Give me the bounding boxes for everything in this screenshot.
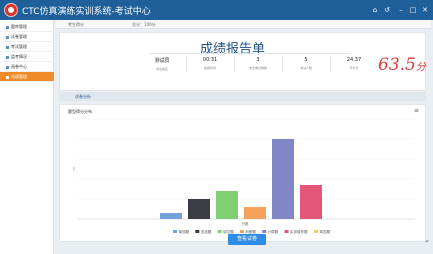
stat-label: 考生姓名	[155, 67, 168, 71]
legend-label-4: 计算题	[268, 229, 279, 234]
title-bar: CTC仿真演练实训系统-考试中心 ⌂ ↺ – □ ✕	[0, 0, 433, 20]
sidebar-item-label: 成绩管理	[11, 74, 27, 79]
stat-value: 测试员	[154, 58, 170, 64]
divider	[186, 57, 187, 71]
chevron-down-icon[interactable]: ⌄	[424, 236, 430, 244]
stat-value: 5	[304, 57, 308, 63]
total-score: 63.5分	[378, 55, 426, 75]
paper-icon	[6, 35, 9, 39]
divider	[234, 57, 235, 71]
legend-label-6: 简答题	[320, 229, 331, 234]
chart-panel: 题型得分分布 ≡ 分数 单选题 多选题 填空题 判断题 计算题 实训操作题 简答题	[59, 104, 426, 242]
sidebar-item-label: 阅卷中心	[11, 64, 27, 69]
monitor-icon	[6, 55, 9, 59]
stat-time: 00:31 答题时间	[190, 57, 230, 70]
tab-analysis[interactable]: 试卷分析	[75, 92, 91, 101]
stat-label: 平均分	[349, 66, 359, 70]
sidebar-item-papers[interactable]: 试卷管理	[0, 32, 54, 42]
stat-value: 00:31	[202, 57, 218, 63]
divider	[330, 57, 331, 71]
stat-value: 3	[256, 57, 260, 63]
stat-label: 答题时间	[203, 66, 216, 70]
stat-label: 考试人数	[299, 66, 312, 70]
sidebar-item-proctoring[interactable]: 监考情况	[0, 52, 54, 62]
legend-swatch-1	[195, 230, 200, 233]
stat-name: 测试员 考生姓名	[142, 57, 182, 71]
app-logo-icon	[4, 3, 18, 17]
top-info-bar: 考生得分 总分：100分	[56, 20, 431, 29]
score-label: 考生得分	[68, 22, 84, 27]
refresh-icon[interactable]: ↺	[381, 3, 393, 17]
legend-swatch-0	[173, 230, 177, 233]
divider	[282, 57, 283, 71]
total-score-text: 总分：100分	[132, 22, 156, 27]
minimize-icon[interactable]: –	[395, 3, 407, 17]
sidebar-item-label: 考试管理	[11, 44, 27, 49]
maximize-icon[interactable]: □	[407, 3, 419, 17]
legend-swatch-2	[217, 230, 222, 233]
bar-0	[160, 213, 182, 219]
bar-5	[300, 185, 322, 219]
legend-swatch-6	[314, 230, 318, 233]
tab-bar: 试卷分析	[59, 92, 426, 101]
legend-label-5: 实训操作题	[290, 229, 308, 234]
exam-icon	[6, 45, 9, 49]
sidebar-item-label: 监考情况	[11, 54, 27, 59]
score-value: 63.5	[378, 55, 416, 75]
stat-label: 未交卷试卷数	[248, 66, 267, 70]
question-bank-icon	[6, 25, 9, 29]
legend-swatch-4	[262, 230, 267, 233]
sidebar-item-label: 试卷管理	[11, 34, 27, 39]
scores-icon	[6, 75, 9, 79]
sidebar-item-exams[interactable]: 考试管理	[0, 42, 54, 52]
sidebar: 题库管理 试卷管理 考试管理 监考情况 阅卷中心 成绩管理	[0, 20, 54, 254]
legend-label-0: 单选题	[179, 229, 190, 234]
x-axis-label: 分数	[242, 221, 249, 226]
sidebar-item-question-bank[interactable]: 题库管理	[0, 22, 54, 32]
sidebar-item-label: 题库管理	[11, 24, 27, 29]
stat-unsubmitted: 3 未交卷试卷数	[238, 57, 278, 70]
legend-swatch-5	[284, 230, 289, 233]
close-icon[interactable]: ✕	[419, 3, 431, 17]
stat-value: 24.37	[346, 57, 362, 63]
legend-swatch-3	[239, 230, 244, 233]
stat-average: 24.37 平均分	[334, 57, 374, 70]
bar-2	[216, 191, 238, 219]
score-unit: 分	[415, 62, 426, 73]
grading-icon	[6, 65, 9, 69]
window-title: CTC仿真演练实训系统-考试中心	[22, 7, 151, 17]
main-content: 考生得分 总分：100分 成绩报告单 测试员 考生姓名 00:31 答题时间 3…	[56, 20, 431, 254]
stat-examinees: 5 考试人数	[286, 57, 326, 70]
bar-1	[188, 199, 210, 219]
bar-3	[244, 207, 266, 219]
divider	[150, 53, 350, 54]
bar-chart: 分数单选题 多选题 填空题 判断题 计算题 实训操作题 简答题	[73, 118, 415, 234]
sidebar-item-grading[interactable]: 阅卷中心	[0, 62, 54, 72]
sidebar-item-scores[interactable]: 成绩管理	[0, 72, 54, 82]
legend-label-1: 多选题	[201, 229, 212, 234]
score-report-card: 成绩报告单 测试员 考生姓名 00:31 答题时间 3 未交卷试卷数 5 考试人…	[59, 32, 426, 91]
view-paper-button[interactable]: 查看试卷	[228, 234, 266, 245]
home-icon[interactable]: ⌂	[369, 3, 381, 17]
bar-4	[272, 139, 294, 219]
report-title: 成绩报告单	[200, 42, 266, 57]
